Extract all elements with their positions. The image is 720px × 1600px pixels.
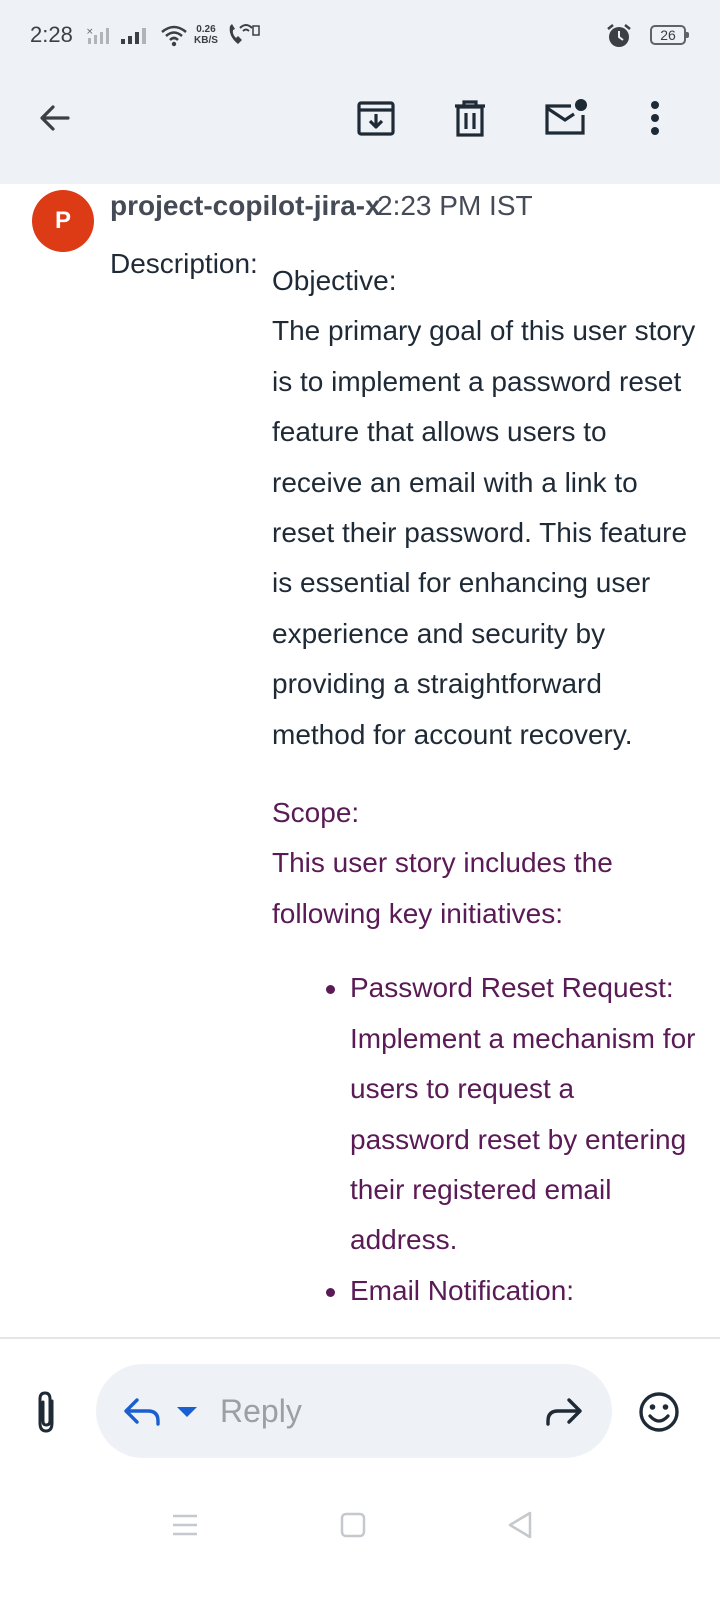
sender-name[interactable]: project-copilot-jira-x [110, 190, 381, 222]
net-speed: 0.26 KB/S [194, 24, 218, 46]
message-scroll-area[interactable]: P project-copilot-jira-x 2:23 PM IST Des… [0, 184, 720, 1336]
svg-text:×: × [86, 27, 94, 37]
mark-unread-button[interactable] [538, 92, 594, 144]
reply-input[interactable]: Reply [220, 1393, 302, 1430]
back-nav-icon[interactable] [506, 1511, 534, 1539]
more-options-button[interactable] [630, 92, 680, 144]
mark-unread-icon [545, 99, 587, 135]
forward-button[interactable] [540, 1390, 588, 1434]
delete-icon [455, 100, 485, 137]
attachment-icon [38, 1391, 54, 1433]
emoji-button[interactable] [632, 1386, 686, 1438]
back-button[interactable] [28, 92, 80, 144]
home-icon[interactable] [340, 1512, 366, 1538]
chevron-down-icon [177, 1407, 197, 1417]
sim2-signal-icon [121, 28, 146, 44]
wifi-icon [161, 25, 187, 47]
back-arrow-icon [40, 105, 70, 131]
reply-options-dropdown[interactable] [172, 1398, 202, 1426]
objective-text: The primary goal of this user story is t… [272, 315, 696, 750]
net-speed-value: 0.26 [196, 24, 216, 35]
list-item: Email Notification: [326, 1266, 697, 1316]
sender-avatar[interactable]: P [32, 190, 94, 252]
system-nav-bar [0, 1495, 720, 1555]
scope-list: Password Reset Request: Implement a mech… [272, 963, 697, 1316]
scope-text: This user story includes the following k… [272, 847, 613, 929]
top-app-bar: 2:28 × 0.26 KB/S 26 [0, 0, 720, 184]
delete-button[interactable] [444, 92, 496, 144]
battery-indicator: 26 [650, 25, 689, 45]
message-body: Objective: The primary goal of this user… [272, 256, 697, 1316]
menu-icon[interactable] [172, 1513, 198, 1537]
reply-button[interactable] [118, 1390, 166, 1434]
emoji-icon [639, 1392, 679, 1432]
alarm-icon [607, 24, 631, 47]
forward-icon [546, 1398, 582, 1426]
status-time: 2:28 [30, 22, 73, 47]
net-speed-unit: KB/S [194, 35, 218, 46]
description-label: Description: [110, 248, 258, 279]
wifi-calling-icon [229, 24, 260, 44]
archive-button[interactable] [350, 92, 402, 144]
more-vert-icon [651, 101, 659, 135]
status-bar: 2:28 × 0.26 KB/S 26 [0, 0, 720, 72]
list-item: Password Reset Request: Implement a mech… [326, 963, 697, 1265]
message-time: 2:23 PM IST [377, 190, 533, 221]
reply-icon [124, 1398, 160, 1426]
objective-heading: Objective: [272, 265, 397, 296]
sim1-signal-icon: × [86, 27, 109, 44]
scope-heading: Scope: [272, 797, 360, 829]
archive-icon [357, 101, 395, 136]
attach-button[interactable] [22, 1384, 70, 1440]
